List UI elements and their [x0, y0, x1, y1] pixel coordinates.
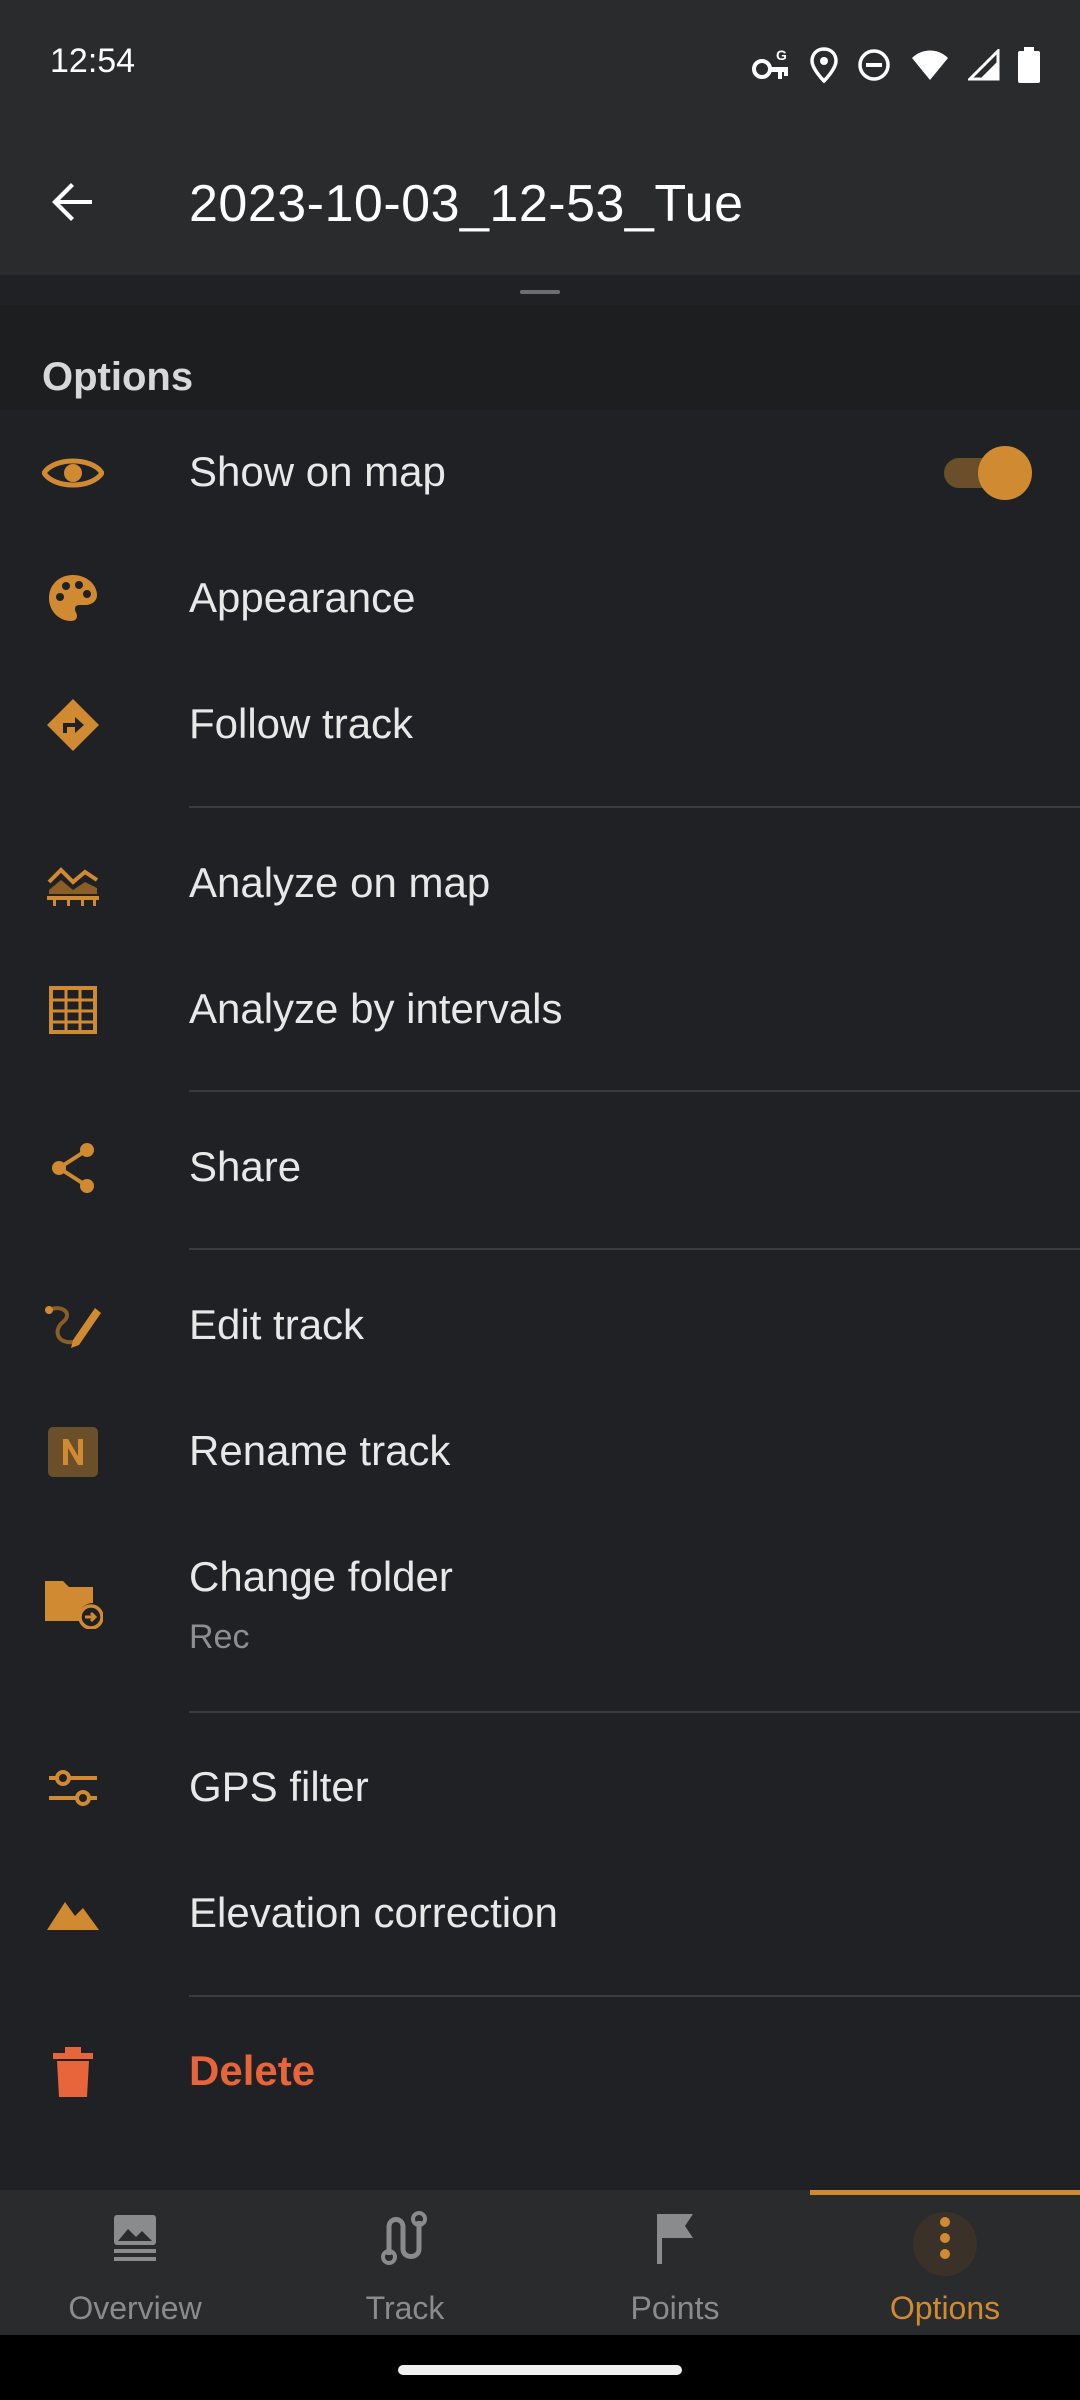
signal-icon [968, 49, 1000, 81]
status-bar: 12:54 G [0, 0, 1080, 130]
elevation-correction-item[interactable]: Elevation correction [0, 1851, 1080, 1977]
follow-track-item[interactable]: Follow track [0, 662, 1080, 788]
change-folder-item[interactable]: Change folder Rec [0, 1515, 1080, 1690]
gps-filter-item[interactable]: GPS filter [0, 1725, 1080, 1851]
eye-icon [42, 442, 104, 504]
dnd-icon [856, 47, 892, 83]
share-icon [42, 1137, 104, 1199]
share-label: Share [189, 1143, 302, 1190]
grid-table-icon [42, 979, 104, 1041]
drag-handle[interactable] [520, 290, 560, 294]
tab-overview-label: Overview [68, 2290, 202, 2326]
mountain-icon [42, 1883, 104, 1945]
gesture-navigation-area [0, 2335, 1080, 2400]
delete-label: Delete [189, 2047, 316, 2094]
divider [189, 806, 1080, 808]
gps-filter-label: GPS filter [189, 1763, 369, 1810]
rename-track-item[interactable]: Rename track [0, 1389, 1080, 1515]
status-icons: G [752, 40, 1040, 90]
back-button[interactable] [30, 162, 114, 246]
divider [189, 1248, 1080, 1250]
trash-icon [42, 2041, 104, 2103]
app-bar: 2023-10-03_12-53_Tue [0, 130, 1080, 275]
analyze-intervals-label: Analyze by intervals [189, 985, 563, 1032]
show-on-map-item[interactable]: Show on map [0, 410, 1080, 536]
rename-track-label: Rename track [189, 1427, 451, 1474]
section-title: Options [42, 355, 194, 399]
edit-track-label: Edit track [189, 1301, 365, 1348]
flag-icon [645, 2208, 705, 2268]
current-folder-value: Rec [189, 1618, 250, 1656]
status-time: 12:54 [50, 42, 136, 80]
show-on-map-toggle[interactable] [944, 446, 1032, 500]
delete-item[interactable]: Delete [0, 2009, 1080, 2135]
section-header: Options [0, 305, 1080, 410]
show-on-map-label: Show on map [189, 448, 446, 495]
elevation-correction-label: Elevation correction [189, 1889, 558, 1936]
palette-icon [42, 568, 104, 630]
toggle-thumb [978, 446, 1032, 500]
tune-icon [42, 1757, 104, 1819]
overview-icon [105, 2208, 165, 2268]
analyze-chart-icon [42, 853, 104, 915]
share-item[interactable]: Share [0, 1105, 1080, 1231]
options-sheet: Options Show on map Appearance Follow tr… [0, 275, 1080, 2190]
change-folder-label: Change folder [189, 1553, 453, 1600]
arrow-back-icon [48, 178, 96, 231]
svg-text:G: G [776, 47, 787, 63]
appearance-item[interactable]: Appearance [0, 536, 1080, 662]
divider [189, 1090, 1080, 1092]
tab-track-label: Track [365, 2290, 445, 2326]
analyze-on-map-label: Analyze on map [189, 859, 491, 906]
folder-move-icon [42, 1571, 104, 1633]
tab-options-label: Options [889, 2290, 1001, 2326]
rename-icon [42, 1421, 104, 1483]
appearance-label: Appearance [189, 574, 416, 621]
divider [189, 1711, 1080, 1713]
home-gesture-bar[interactable] [398, 2365, 682, 2375]
tab-points[interactable]: Points [540, 2190, 810, 2335]
vpn-key-icon: G [752, 47, 792, 83]
location-icon [810, 47, 838, 83]
battery-icon [1018, 47, 1040, 83]
analyze-intervals-item[interactable]: Analyze by intervals [0, 947, 1080, 1073]
wifi-icon [910, 48, 950, 82]
bottom-navigation: Overview Track Points Options [0, 2190, 1080, 2335]
tab-options[interactable]: Options [810, 2190, 1080, 2335]
edit-track-icon [42, 1295, 104, 1357]
directions-icon [42, 694, 104, 756]
edit-track-item[interactable]: Edit track [0, 1263, 1080, 1389]
track-icon [375, 2208, 435, 2268]
analyze-on-map-item[interactable]: Analyze on map [0, 821, 1080, 947]
tab-track[interactable]: Track [270, 2190, 540, 2335]
tab-overview[interactable]: Overview [0, 2190, 270, 2335]
divider [189, 1995, 1080, 1997]
tab-points-label: Points [630, 2290, 720, 2326]
page-title: 2023-10-03_12-53_Tue [189, 175, 744, 233]
follow-track-label: Follow track [189, 700, 414, 747]
more-vert-icon [915, 2208, 975, 2268]
